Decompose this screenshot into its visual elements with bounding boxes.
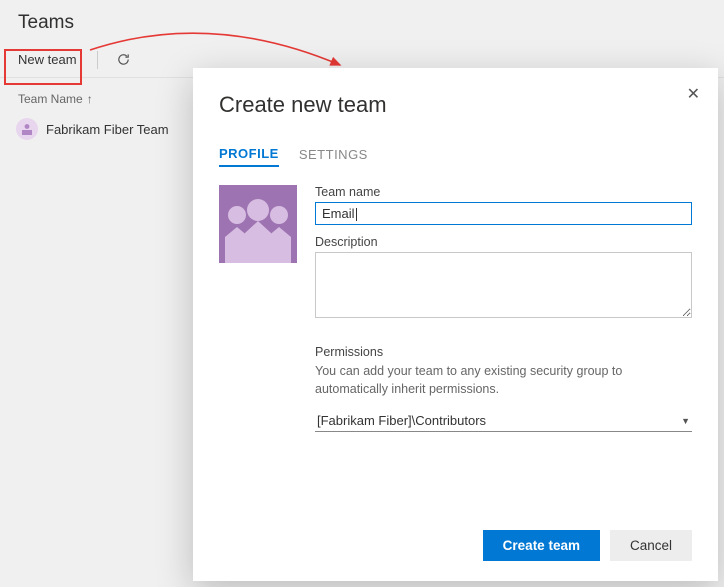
column-header-label: Team Name <box>18 92 83 106</box>
permissions-label: Permissions <box>315 345 692 359</box>
toolbar-divider <box>97 51 98 69</box>
chevron-down-icon: ▼ <box>681 416 690 426</box>
group-avatar-icon <box>219 185 297 263</box>
description-input[interactable] <box>315 252 692 318</box>
create-team-button[interactable]: Create team <box>483 530 600 561</box>
description-label: Description <box>315 235 692 249</box>
dialog-title: Create new team <box>219 92 692 118</box>
refresh-button[interactable] <box>110 49 137 70</box>
close-icon: ✕ <box>687 86 700 103</box>
team-name-label: Fabrikam Fiber Team <box>46 122 169 137</box>
permissions-select[interactable]: [Fabrikam Fiber]\Contributors ▼ <box>315 410 692 432</box>
new-team-button[interactable]: New team <box>10 48 85 71</box>
team-avatar-large[interactable] <box>219 185 297 263</box>
dialog-tabs: PROFILE SETTINGS <box>219 142 692 167</box>
refresh-icon <box>116 52 131 67</box>
page-title: Teams <box>0 0 724 42</box>
permissions-description: You can add your team to any existing se… <box>315 363 692 398</box>
team-name-input[interactable]: Email <box>315 202 692 225</box>
sort-asc-icon: ↑ <box>87 92 93 106</box>
tab-profile[interactable]: PROFILE <box>219 142 279 167</box>
team-name-label: Team name <box>315 185 692 199</box>
tab-settings[interactable]: SETTINGS <box>299 142 368 167</box>
text-caret-icon <box>356 208 357 221</box>
close-button[interactable]: ✕ <box>683 80 704 108</box>
create-team-dialog: ✕ Create new team PROFILE SETTINGS Team … <box>193 68 718 581</box>
cancel-button[interactable]: Cancel <box>610 530 692 561</box>
dialog-footer: Create team Cancel <box>219 512 692 561</box>
permissions-value: [Fabrikam Fiber]\Contributors <box>317 413 486 428</box>
team-avatar-icon <box>16 118 38 140</box>
